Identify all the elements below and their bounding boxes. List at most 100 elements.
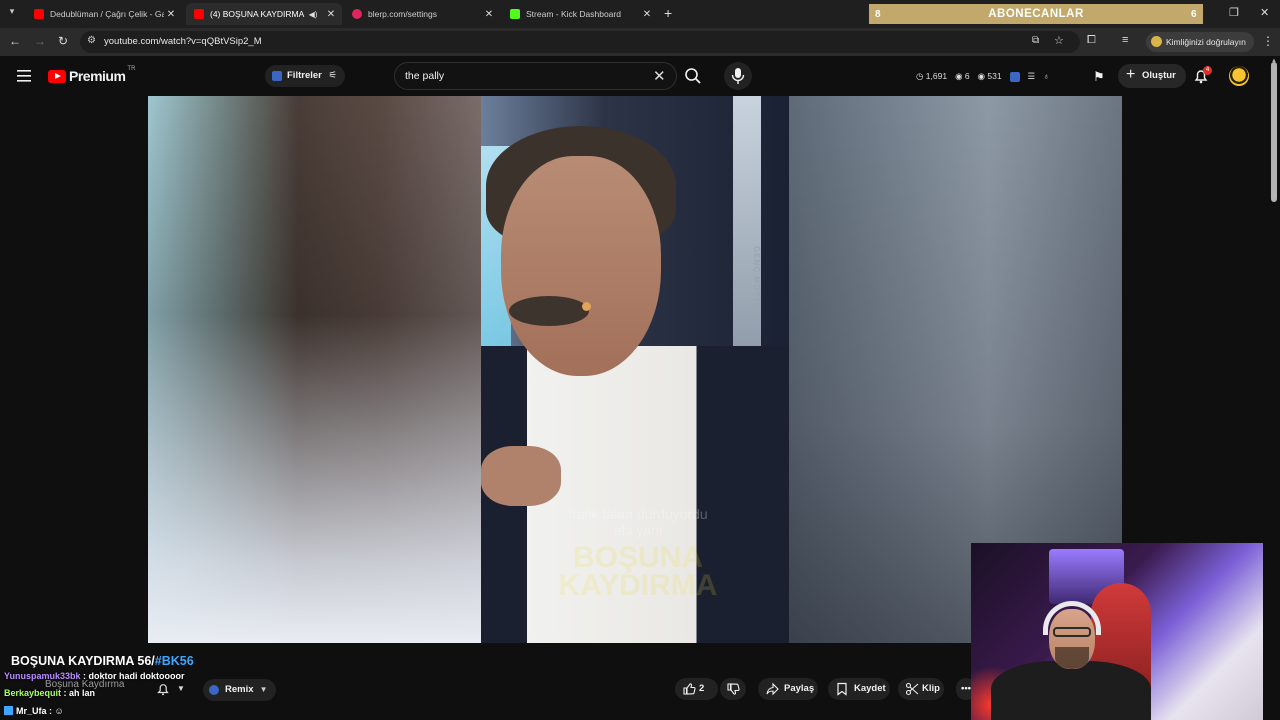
- forward-arrow-icon[interactable]: →: [34, 34, 46, 48]
- video-subtitle: trafik falan durduyordu abi yani: [538, 506, 738, 538]
- extensions-icon[interactable]: ⧠: [1087, 34, 1096, 47]
- blerp-icon: [352, 9, 362, 19]
- omnibox[interactable]: ⚙ youtube.com/watch?v=qQBtVSip2_M ⧉ ☆: [80, 31, 1080, 53]
- tab-title: Stream - Kick Dashboard: [526, 9, 621, 19]
- sliders-icon: ⚟: [328, 70, 338, 81]
- person-hand: [481, 446, 561, 506]
- close-window-icon[interactable]: ✕: [1260, 6, 1269, 19]
- stat-likes: 6: [964, 71, 970, 81]
- video-title: BOŞUNA KAYDIRMA 56/#BK56: [11, 654, 194, 668]
- clip-button[interactable]: Klip: [898, 678, 944, 700]
- speaker-icon[interactable]: ◀): [306, 10, 320, 19]
- back-arrow-icon[interactable]: ←: [9, 34, 21, 48]
- browser-address-bar: ← → ↻ ⚙ youtube.com/watch?v=qQBtVSip2_M …: [0, 28, 1280, 56]
- subscription-bell-icon[interactable]: [156, 682, 170, 696]
- hashtag-link[interactable]: #BK56: [155, 654, 194, 668]
- account-avatar[interactable]: [1229, 66, 1249, 86]
- tab-list-chevron-down-icon[interactable]: ▾: [4, 6, 20, 22]
- headset-microphone: [582, 302, 591, 311]
- bookmark-star-icon[interactable]: ☆: [1054, 34, 1064, 47]
- bookmark-icon: [837, 682, 847, 696]
- verify-identity-button[interactable]: Kimliğinizi doğrulayın: [1146, 32, 1254, 52]
- close-tab-icon[interactable]: ✕: [640, 9, 654, 20]
- stat-comments: 531: [987, 71, 1002, 81]
- streamer-webcam-overlay: [971, 543, 1263, 720]
- chat-username: Yunuspamuk33bk: [4, 671, 81, 681]
- title-text: BOŞUNA KAYDIRMA 56/: [11, 654, 155, 668]
- save-button[interactable]: Kaydet: [828, 678, 890, 700]
- banner-left-count: 8: [875, 8, 882, 20]
- filters-label: Filtreler: [287, 70, 322, 81]
- clip-label: Klip: [922, 683, 940, 694]
- tab-title: (4) BOŞUNA KAYDIRMA 56/: [210, 9, 306, 19]
- browser-menu-icon[interactable]: ⋮: [1262, 34, 1274, 48]
- create-button[interactable]: Oluştur: [1118, 63, 1186, 88]
- chat-text: : ah lan: [63, 688, 96, 698]
- browser-tab-2-active[interactable]: (4) BOŞUNA KAYDIRMA 56/ ◀) ✕: [186, 3, 342, 25]
- reload-icon[interactable]: ↻: [58, 34, 68, 48]
- youtube-premium-logo[interactable]: Premium TR: [48, 66, 136, 84]
- extension-iq-icon: [209, 685, 219, 695]
- browser-tab-4[interactable]: Stream - Kick Dashboard ✕: [502, 3, 658, 25]
- like-button[interactable]: 2: [675, 678, 718, 700]
- share-button[interactable]: Paylaş: [758, 678, 818, 700]
- install-app-icon[interactable]: ⧉: [1032, 35, 1039, 46]
- extension-iq-icon[interactable]: [1009, 72, 1020, 82]
- logo-text: Premium: [69, 68, 126, 84]
- url-text[interactable]: youtube.com/watch?v=qQBtVSip2_M: [104, 36, 262, 47]
- subscriber-overlay-banner: 8 ABONECANLAR 6: [869, 4, 1203, 24]
- clock-icon: ◷ 1,691: [916, 71, 948, 81]
- filters-button[interactable]: Filtreler ⚟: [265, 65, 346, 87]
- video-watermark: BOŞUNA KAYDIRMA: [558, 541, 718, 602]
- stat-views: 1,691: [925, 71, 948, 81]
- tab-title: blerp.com/settings: [368, 9, 437, 19]
- trophy-icon[interactable]: ♁: [1043, 71, 1049, 82]
- browser-tab-strip: ▾ Dedublüman / Çağrı Çelik - Gaz ✕ (4) B…: [0, 0, 1280, 28]
- kick-badge-icon: [4, 706, 13, 715]
- close-tab-icon[interactable]: ✕: [324, 9, 338, 20]
- remix-button[interactable]: Remix ▼: [203, 679, 276, 701]
- chat-text: : doktor hadi doktoooor: [83, 671, 185, 681]
- search-box[interactable]: [394, 62, 677, 90]
- thumbs-down-icon: [727, 683, 740, 695]
- restore-window-icon[interactable]: ❐: [1229, 6, 1239, 19]
- media-queue-icon[interactable]: ≡: [1122, 34, 1128, 46]
- search-input[interactable]: [405, 70, 645, 82]
- banner-right-count: 6: [1190, 8, 1197, 20]
- dislike-button[interactable]: [720, 678, 746, 700]
- extension-iq-icon: [272, 71, 282, 81]
- remix-label: Remix: [225, 684, 254, 695]
- youtube-icon: [194, 9, 204, 19]
- voice-search-microphone-icon[interactable]: [724, 62, 752, 90]
- hamburger-menu-icon[interactable]: [17, 69, 31, 82]
- search-icon[interactable]: [684, 67, 702, 85]
- kick-icon: [510, 9, 520, 19]
- site-settings-icon[interactable]: ⚙: [87, 35, 96, 46]
- notification-badge: 4: [1203, 66, 1212, 75]
- close-tab-icon[interactable]: ✕: [164, 9, 178, 20]
- chevron-down-icon: ▼: [259, 685, 268, 694]
- page-scrollbar[interactable]: [1271, 62, 1277, 202]
- youtube-header: Premium TR Filtreler ⚟: [0, 56, 1280, 96]
- browser-tab-1[interactable]: Dedublüman / Çağrı Çelik - Gaz ✕: [26, 3, 182, 25]
- share-arrow-icon: [766, 682, 779, 696]
- country-code: TR: [127, 66, 136, 72]
- person-face: [501, 156, 661, 376]
- list-icon[interactable]: ☰: [1028, 71, 1036, 82]
- youtube-icon: [34, 9, 44, 19]
- eye-icon: ◉ 531: [977, 71, 1002, 81]
- browser-tab-3[interactable]: blerp.com/settings ✕: [344, 3, 500, 25]
- close-tab-icon[interactable]: ✕: [482, 9, 496, 20]
- eye-icon: ◉ 6: [955, 71, 970, 81]
- subtitle-line: abi yani: [613, 522, 663, 538]
- tab-title: Dedublüman / Çağrı Çelik - Gaz: [50, 9, 164, 19]
- scissors-icon: [905, 682, 919, 696]
- extension-flag-icon[interactable]: ⚑: [1093, 69, 1105, 85]
- chevron-down-icon[interactable]: ▼: [177, 684, 185, 693]
- chat-message: Berkaybequit : ah lan: [4, 688, 95, 698]
- webcam-streamer-beard: [1055, 647, 1089, 669]
- studio-panel: [733, 96, 761, 376]
- new-tab-plus-icon[interactable]: +: [664, 5, 672, 21]
- youtube-play-icon: [48, 69, 66, 83]
- clear-search-icon[interactable]: ✕: [653, 67, 666, 85]
